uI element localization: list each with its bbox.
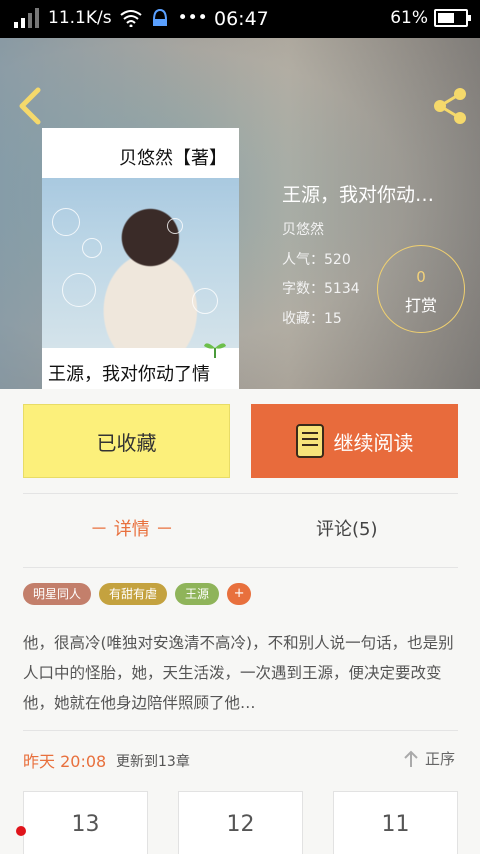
- sprout-icon: [204, 343, 226, 358]
- book-favorites-count: 收藏：15: [282, 311, 342, 327]
- book-description[interactable]: 他，很高冷(唯独对安逸清不高冷)，不和别人说一句话，也是别人口中的怪胎，她，天生…: [23, 628, 459, 718]
- reward-count: 0: [416, 268, 426, 286]
- share-icon[interactable]: [430, 86, 470, 126]
- continue-reading-label: 继续阅读: [333, 430, 414, 455]
- book-popularity: 人气：520: [282, 252, 351, 268]
- favorited-button[interactable]: 已收藏: [23, 404, 230, 478]
- wifi-icon: [119, 10, 142, 27]
- tag-item[interactable]: 有甜有虐: [99, 583, 168, 605]
- network-speed: 11.1K/s: [48, 8, 112, 28]
- arrow-up-icon: [404, 750, 418, 767]
- reward-button[interactable]: 0 打赏: [377, 245, 465, 333]
- tag-list: 明星同人 有甜有虐 王源 +: [23, 583, 252, 605]
- cover-author: 贝悠然【著】: [119, 148, 227, 169]
- sort-order-button[interactable]: 正序: [403, 748, 455, 769]
- chapter-button[interactable]: 13: [23, 791, 148, 854]
- clock: 06:47: [214, 8, 269, 30]
- signal-icon: [14, 8, 39, 28]
- divider: [23, 730, 458, 731]
- tag-item[interactable]: 明星同人: [23, 583, 92, 605]
- book-title: 王源，我对你动…: [282, 184, 435, 206]
- status-left: 11.1K/s •••: [14, 8, 208, 28]
- notification-dot: [16, 826, 26, 836]
- tag-item[interactable]: 王源: [175, 583, 220, 605]
- add-tag-button[interactable]: +: [227, 583, 252, 605]
- battery-percent: 61%: [390, 8, 428, 28]
- more-notifications-icon: •••: [177, 8, 208, 28]
- back-arrow-icon[interactable]: [14, 86, 44, 126]
- tab-details[interactable]: － 详情 －: [90, 515, 173, 541]
- chapter-button[interactable]: 11: [333, 791, 458, 854]
- divider: [23, 567, 458, 568]
- cover-photo: [42, 178, 239, 348]
- book-author: 贝悠然: [282, 222, 324, 238]
- tab-comments[interactable]: 评论(5): [316, 515, 378, 541]
- book-header: 贝悠然【著】 王源，我对你动了情 王源，我对你动… 贝悠然 人气：520 字数：…: [0, 38, 480, 389]
- status-right: 61%: [390, 8, 471, 28]
- cover-title: 王源，我对你动了情: [48, 364, 210, 385]
- chapter-button[interactable]: 12: [178, 791, 303, 854]
- battery-icon: [434, 9, 471, 27]
- divider: [23, 493, 458, 494]
- update-status: 更新到13章: [116, 754, 190, 770]
- continue-reading-button[interactable]: 继续阅读: [251, 404, 458, 478]
- book-word-count: 字数：5134: [282, 281, 360, 297]
- book-icon: [295, 424, 324, 458]
- update-time: 昨天 20:08: [23, 752, 107, 771]
- app-notification-icon: [152, 8, 167, 26]
- reward-label: 打赏: [404, 296, 437, 315]
- book-cover[interactable]: 贝悠然【著】 王源，我对你动了情: [42, 128, 239, 389]
- status-bar: 11.1K/s ••• 06:47 61%: [0, 0, 480, 38]
- favorited-label: 已收藏: [96, 430, 157, 455]
- sort-order-label: 正序: [425, 750, 456, 768]
